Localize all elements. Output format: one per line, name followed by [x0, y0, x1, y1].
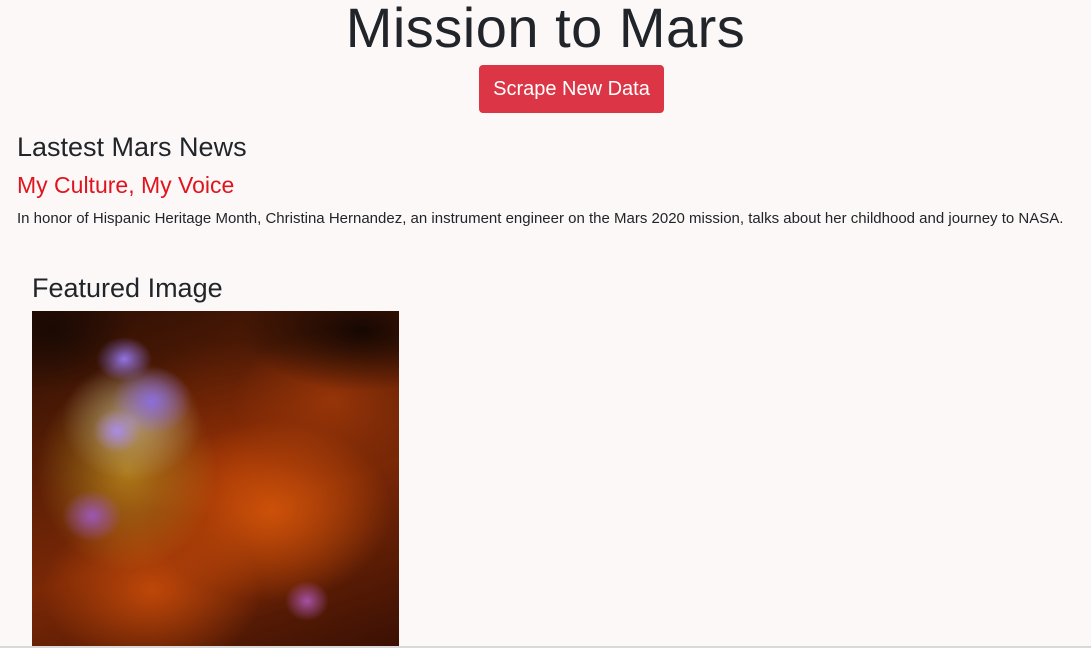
- page: Mission to Mars Scrape New Data Lastest …: [0, 0, 1091, 648]
- scrape-new-data-button[interactable]: Scrape New Data: [479, 65, 664, 113]
- page-title: Mission to Mars: [345, 0, 746, 59]
- featured-image-heading: Featured Image: [32, 273, 223, 303]
- news-title: My Culture, My Voice: [17, 172, 235, 198]
- news-paragraph: In honor of Hispanic Heritage Month, Chr…: [17, 210, 1064, 227]
- featured-image: [32, 311, 399, 648]
- featured-image-shading: [32, 311, 399, 648]
- news-section-heading: Lastest Mars News: [17, 132, 247, 162]
